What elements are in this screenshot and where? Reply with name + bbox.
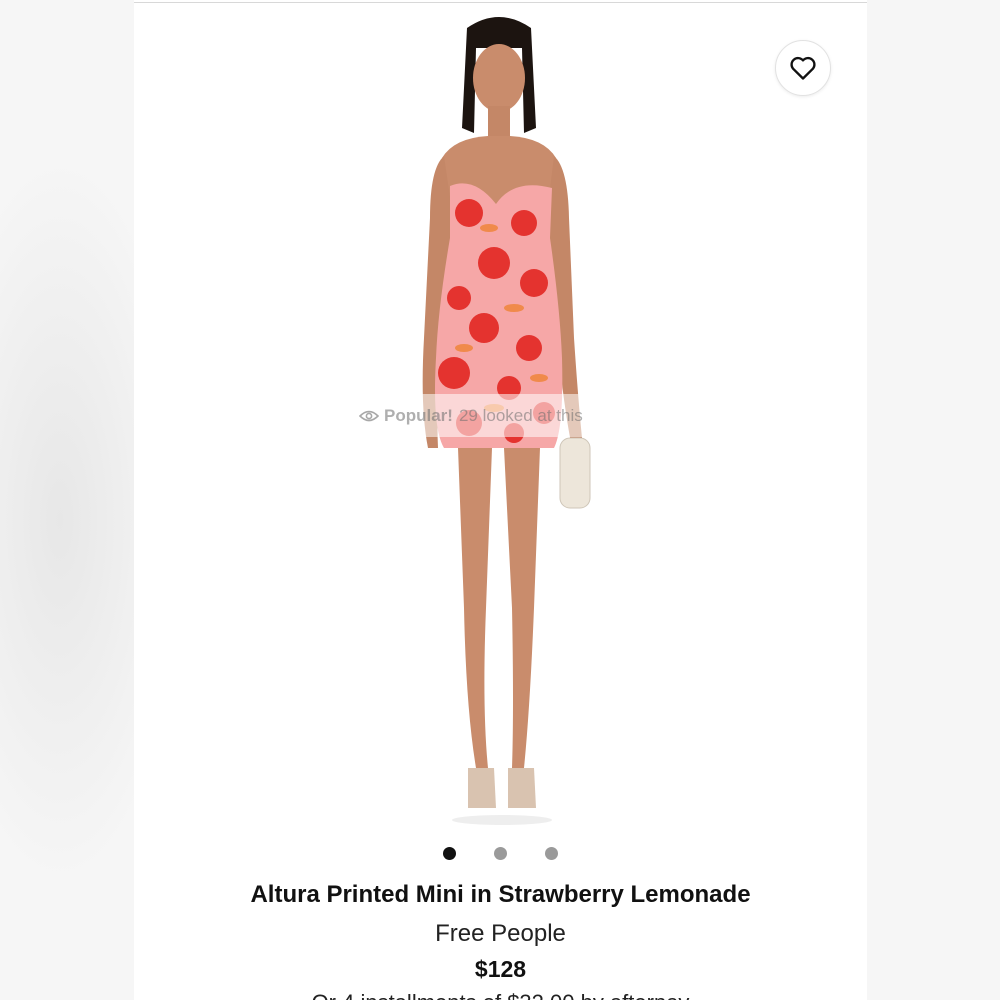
neck (488, 106, 510, 140)
left-leg (458, 448, 492, 768)
carousel-dot-2[interactable] (494, 847, 507, 860)
divider (134, 2, 867, 3)
badge-label: Popular! (384, 405, 453, 425)
product-price: $128 (474, 956, 527, 982)
eye-icon (359, 409, 379, 423)
heart-icon (790, 56, 816, 80)
product-page: Popular! 29 looked at this Altura Printe… (134, 0, 867, 1000)
installments-text: Or 4 installments of $32.00 by afterpay (134, 990, 867, 1000)
product-brand[interactable]: Free People (134, 920, 867, 948)
carousel-dot-3[interactable] (545, 847, 558, 860)
right-shoe (508, 768, 536, 808)
popularity-badge: Popular! 29 looked at this (345, 394, 657, 437)
clutch (559, 437, 591, 509)
badge-text: 29 looked at this (458, 405, 583, 425)
carousel-dots (134, 847, 867, 860)
face (473, 44, 525, 112)
favorite-button[interactable] (775, 40, 831, 96)
carousel-dot-1[interactable] (443, 847, 456, 860)
product-title: Altura Printed Mini in Strawberry Lemona… (250, 881, 751, 908)
left-shoe (468, 768, 496, 808)
right-leg (504, 448, 540, 768)
shadow (452, 815, 552, 825)
